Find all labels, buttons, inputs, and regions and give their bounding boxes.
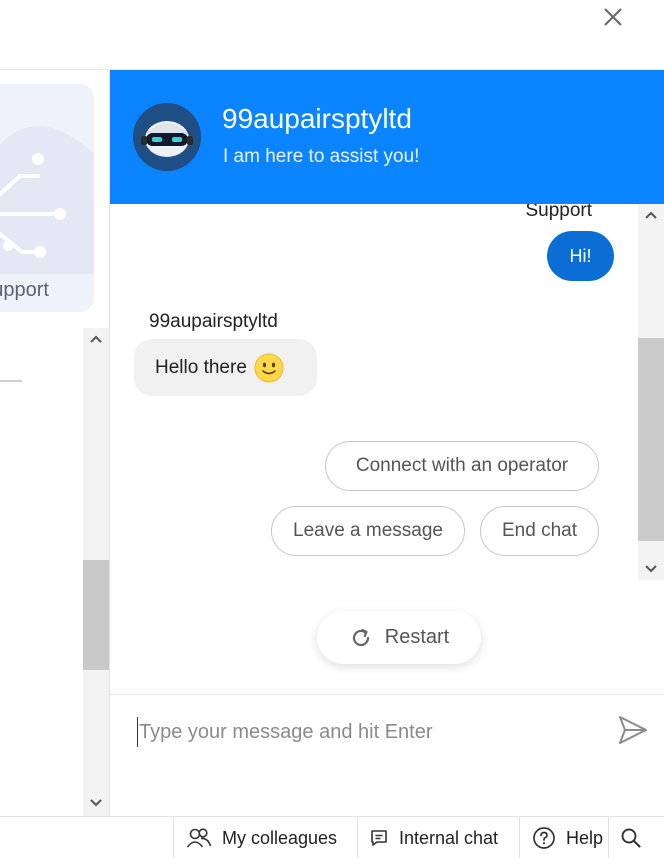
chat-icon <box>371 830 387 846</box>
bot-message-bubble: Hello there <box>134 339 317 396</box>
bottom-bar: My colleagues Internal chat Help <box>0 816 664 858</box>
message-input[interactable] <box>137 717 607 747</box>
search-icon <box>621 828 641 848</box>
send-icon[interactable] <box>617 713 649 747</box>
close-icon[interactable] <box>600 4 626 30</box>
my-colleagues-label: My colleagues <box>222 827 338 848</box>
leave-message-button[interactable]: Leave a message <box>271 506 465 556</box>
chevron-down-icon[interactable] <box>638 558 664 580</box>
help-button[interactable]: Help <box>519 817 608 858</box>
people-icon <box>186 828 212 848</box>
conversation-area: Support Hi! 99aupairsptyltd Hello there … <box>110 204 664 580</box>
smiley-emoji-icon <box>254 353 284 383</box>
help-icon <box>533 827 555 849</box>
internal-chat-button[interactable]: Internal chat <box>357 817 519 858</box>
connect-operator-button[interactable]: Connect with an operator <box>325 441 599 491</box>
end-chat-button[interactable]: End chat <box>480 506 599 556</box>
user-message-bubble: Hi! <box>547 231 614 281</box>
circuit-illustration-icon <box>0 126 94 274</box>
support-card-label: Support <box>0 279 49 301</box>
bot-message-text: Hello there <box>155 356 247 378</box>
scrollbar-thumb[interactable] <box>638 338 664 541</box>
robot-icon <box>133 103 201 171</box>
message-sender: Support <box>525 204 592 221</box>
restart-label: Restart <box>384 626 450 648</box>
left-scrollbar[interactable] <box>83 328 109 816</box>
my-colleagues-button[interactable]: My colleagues <box>173 817 357 858</box>
search-button[interactable] <box>608 817 664 858</box>
support-card[interactable]: Support <box>0 84 94 312</box>
chevron-up-icon[interactable] <box>83 328 109 350</box>
message-sender: 99aupairsptyltd <box>149 311 278 332</box>
background-pane: Support <box>0 70 110 816</box>
divider <box>0 380 22 382</box>
scrollbar-thumb[interactable] <box>83 560 109 670</box>
internal-chat-label: Internal chat <box>399 827 499 848</box>
help-label: Help <box>566 827 604 848</box>
bot-name: 99aupairsptyltd <box>222 103 412 134</box>
app-page: Support <box>0 0 664 858</box>
message-composer <box>110 694 664 816</box>
chat-header: 99aupairsptyltd I am here to assist you! <box>110 70 664 204</box>
chevron-down-icon[interactable] <box>83 792 109 814</box>
bot-tagline: I am here to assist you! <box>223 146 420 167</box>
conversation-scrollbar[interactable] <box>638 204 664 580</box>
chat-widget: 99aupairsptyltd I am here to assist you!… <box>110 70 664 816</box>
top-bar <box>0 0 664 70</box>
restart-button[interactable]: Restart <box>317 611 481 664</box>
bot-avatar <box>133 103 201 171</box>
chevron-up-icon[interactable] <box>638 204 664 226</box>
refresh-icon <box>352 628 369 646</box>
